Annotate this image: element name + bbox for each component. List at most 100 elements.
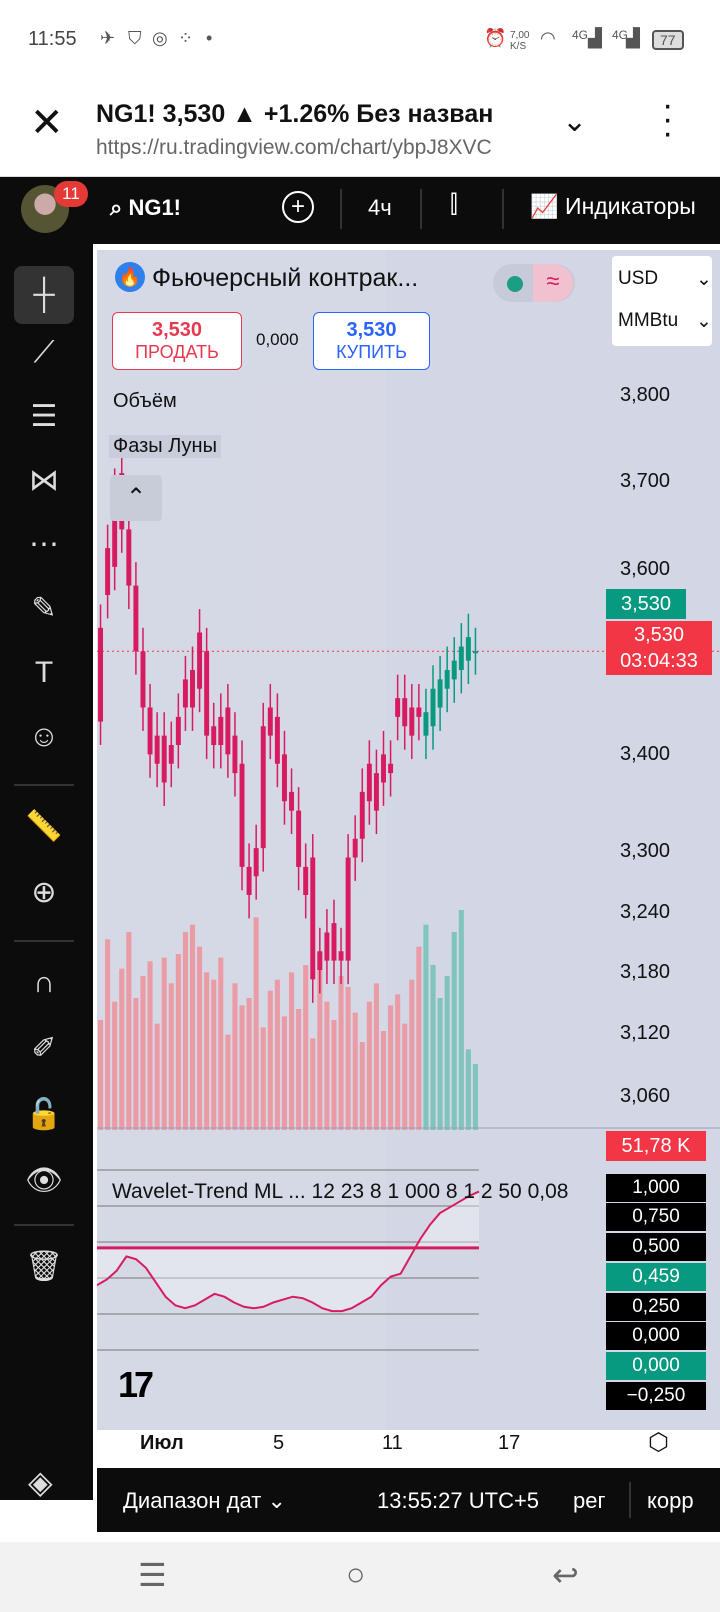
currency-unit-selector[interactable]: USD ⌄ MMBtu ⌄	[612, 256, 712, 346]
volume-bar	[296, 1009, 302, 1130]
clock: 11:55	[28, 28, 77, 50]
buy-label: КУПИТЬ	[336, 342, 407, 362]
battery-icon: 77	[652, 30, 684, 50]
close-icon[interactable]: ✕	[30, 100, 64, 146]
indicators-icon: 📈	[530, 193, 566, 219]
brush-icon[interactable]: ✎	[14, 580, 74, 638]
emoji-icon[interactable]: ☺	[14, 708, 74, 766]
sell-button[interactable]: 3,530 ПРОДАТЬ	[112, 312, 242, 370]
buy-price: 3,530	[346, 319, 397, 341]
layers-icon[interactable]: ◈	[28, 1463, 53, 1501]
osc-fill	[97, 1191, 479, 1312]
chevron-down-icon: ⌄	[696, 311, 712, 332]
candle-body	[154, 735, 160, 764]
moon-phases-label[interactable]: Фазы Луны	[109, 435, 221, 458]
candle-body	[211, 726, 217, 745]
trash-icon[interactable]: 🗑	[14, 1238, 74, 1296]
volume-bar	[168, 983, 174, 1130]
osc-value-tag: 0,000	[606, 1352, 706, 1380]
candle-body	[239, 763, 245, 867]
buy-button[interactable]: 3,530 КУПИТЬ	[313, 312, 430, 370]
candle-body	[472, 651, 478, 654]
chevron-down-icon[interactable]: ⌄	[562, 104, 587, 139]
volume-bar	[289, 972, 295, 1130]
volume-bar	[430, 965, 436, 1130]
volume-bar	[451, 932, 457, 1130]
search-icon: ⌕	[110, 195, 129, 220]
volume-indicator-label[interactable]: Объём	[113, 390, 177, 413]
price-axis-label: 3,700	[620, 470, 671, 492]
recents-icon[interactable]: ☰	[138, 1556, 167, 1594]
volume-bar	[380, 1031, 387, 1130]
crosshair-icon[interactable]: ┼	[14, 266, 74, 324]
volume-bar	[133, 998, 139, 1130]
volume-bar	[126, 932, 132, 1130]
shield-icon: ⛉	[128, 28, 142, 48]
more-menu-icon[interactable]: · · ·	[662, 88, 673, 150]
candle-body	[430, 688, 436, 727]
price-axis-label: 3,800	[620, 384, 671, 406]
zoom-icon[interactable]: ⊕	[14, 864, 74, 922]
symbol-search-button[interactable]: ⌕ NG1!	[110, 195, 181, 221]
volume-bar	[218, 957, 224, 1130]
volume-bar	[465, 1049, 471, 1130]
signal-icon: ▟	[588, 28, 602, 48]
flame-icon: 🔥	[115, 262, 145, 292]
volume-bar	[98, 1020, 104, 1130]
timezone-button[interactable]: 13:55:27 UTC+5	[377, 1488, 539, 1514]
indicators-button[interactable]: 📈 Индикаторы	[530, 193, 696, 220]
trend-line-icon[interactable]: ⟋	[14, 324, 74, 382]
candle-body	[352, 838, 358, 858]
apps-icon: ⁘	[178, 28, 194, 48]
lock-icon[interactable]: 🔓	[14, 1086, 74, 1144]
candles-icon[interactable]: ⫿	[450, 191, 458, 219]
currency-select[interactable]: USD ⌄	[618, 268, 712, 290]
volume-bar	[140, 976, 146, 1130]
date-range-button[interactable]: Диапазон дат ⌄	[123, 1488, 286, 1514]
back-icon[interactable]: ↩	[552, 1556, 579, 1594]
oscillator-title[interactable]: Wavelet-Trend ML ... 12 23 8 1 000 8 1 2…	[112, 1180, 597, 1204]
volume-bar	[105, 939, 111, 1130]
candle-body	[267, 707, 273, 736]
adjust-button[interactable]: корр	[647, 1488, 694, 1514]
chart-settings-icon[interactable]: ⬡	[648, 1428, 669, 1457]
forecast-icon[interactable]: ⋯	[14, 516, 74, 574]
time-axis-label: 17	[498, 1432, 521, 1454]
pattern-icon[interactable]: ⋈	[14, 452, 74, 510]
text-icon[interactable]: T	[14, 644, 74, 702]
time-axis-label: Июл	[140, 1432, 184, 1454]
last-price-tag: 3,530	[606, 589, 686, 619]
volume-bar	[324, 1001, 330, 1130]
volume-bar	[366, 1001, 372, 1130]
collapse-legend-button[interactable]: ⌃	[110, 475, 162, 521]
time-axis-label: 5	[273, 1432, 285, 1454]
ruler-icon[interactable]: 📏	[14, 798, 74, 856]
home-icon[interactable]: ○	[346, 1556, 365, 1593]
signal-icon: ▟	[626, 28, 640, 48]
fib-icon[interactable]: ☰	[14, 388, 74, 446]
market-status[interactable]: ≈	[493, 264, 575, 302]
page-url[interactable]: https://ru.tradingview.com/chart/ybpJ8XV…	[96, 136, 526, 160]
volume-bar	[352, 1012, 358, 1130]
unit-select[interactable]: MMBtu ⌄	[618, 310, 712, 332]
interval-button[interactable]: 4ч	[368, 195, 392, 221]
lock-drawings-icon[interactable]: ✐	[14, 1020, 74, 1078]
session-button[interactable]: рег	[573, 1488, 606, 1514]
osc-axis-label: 0,750	[606, 1203, 706, 1231]
volume-bar	[444, 976, 450, 1130]
price-axis-label: 3,600	[620, 558, 671, 580]
candle-body	[310, 857, 316, 980]
candle-body	[465, 637, 471, 661]
volume-bar	[458, 910, 464, 1130]
candle-body	[423, 712, 429, 736]
magnet-icon[interactable]: ∩	[14, 954, 74, 1012]
candle-body	[317, 951, 323, 970]
osc-axis-label: 0,500	[606, 1233, 706, 1261]
eye-icon[interactable]: 👁	[14, 1152, 74, 1210]
candle-body	[303, 866, 309, 895]
add-symbol-button[interactable]: +	[282, 191, 314, 223]
sell-label: ПРОДАТЬ	[135, 342, 219, 362]
price-axis-label: 3,120	[620, 1022, 671, 1044]
chevron-down-icon: ⌄	[267, 1488, 286, 1513]
symbol-name[interactable]: Фьючерсный контрак...	[152, 264, 418, 293]
